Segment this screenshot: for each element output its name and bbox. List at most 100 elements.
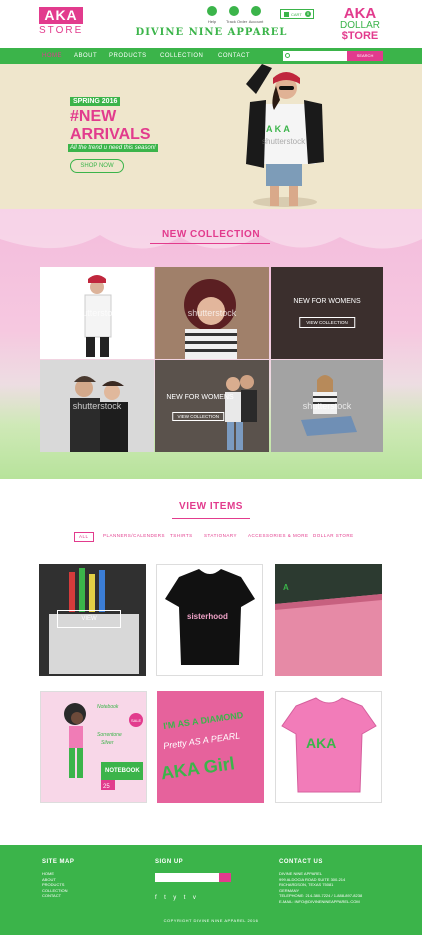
facebook-icon[interactable]: f — [155, 895, 157, 901]
view-button[interactable]: VIEW — [57, 610, 121, 628]
svg-text:Sorrentone: Sorrentone — [97, 732, 122, 738]
help-link[interactable]: Help — [204, 6, 220, 24]
filter-dollar-store[interactable]: DOLLAR STORE — [313, 531, 354, 541]
help-icon — [207, 6, 217, 16]
view-items-underline — [172, 518, 250, 519]
contact-line: TELEPHONE: 214-380-7224 / 1-888-897-8238 — [279, 893, 363, 898]
brand-name: DIVINE NINE APPAREL — [135, 27, 288, 38]
svg-text:Silver: Silver — [101, 740, 114, 746]
logo-right-store: $TORE — [341, 30, 379, 42]
season-tag: SPRING 2016 — [70, 97, 121, 106]
new-collection-title: NEW COLLECTION — [161, 229, 261, 240]
logo-right-aka: AKA — [343, 5, 377, 22]
collection-tile[interactable]: NEW FOR WOMENS VIEW COLLECTION — [155, 360, 269, 452]
collection-tile[interactable]: shutterstock — [271, 360, 383, 452]
filter-planners[interactable]: PLANNERS/CALENDERS — [103, 531, 165, 541]
utility-links: Help Track Order Account — [204, 6, 274, 24]
view-collection-button[interactable]: VIEW COLLECTION — [172, 412, 225, 421]
item-filters: ALL PLANNERS/CALENDERS TSHIRTS STATIONAR… — [0, 531, 422, 542]
product-card[interactable]: I'M AS A DIAMOND Pretty AS A PEARL AKA G… — [157, 691, 264, 803]
tile-watermark: shutterstock — [72, 401, 122, 412]
account-link[interactable]: Account — [248, 6, 264, 24]
nav-contact[interactable]: CONTACT — [218, 48, 250, 64]
contact-heading: CONTACT US — [279, 859, 323, 865]
view-items-title: VIEW ITEMS — [179, 501, 243, 512]
collection-section: NEW COLLECTION shutterstock shutterstock… — [0, 209, 422, 479]
sitemap-heading: SITE MAP — [42, 859, 75, 865]
copyright: COPYRIGHT DIVINE NINE APPAREL 2016 — [163, 918, 259, 923]
svg-text:A K A: A K A — [266, 124, 290, 134]
signup-email-input[interactable] — [155, 873, 219, 882]
tile-watermark: shutterstock — [187, 308, 237, 319]
collection-tile[interactable]: shutterstock — [40, 360, 154, 452]
help-label: Help — [207, 19, 217, 24]
aka-dollar-store-logo[interactable]: AKA DOLLAR $TORE — [336, 6, 384, 42]
account-label: Account — [248, 19, 264, 24]
logo-aka-text: AKA — [39, 7, 83, 24]
cart-button[interactable]: CART 0 — [280, 9, 314, 19]
footer-link-products[interactable]: PRODUCTS — [42, 882, 68, 888]
tile-caption: NEW FOR WOMENS — [166, 394, 234, 401]
cart-count-badge: 0 — [305, 11, 311, 17]
social-links: f t y t v — [155, 886, 199, 901]
header: AKA STORE Help Track Order Account CART … — [0, 0, 422, 48]
filter-all[interactable]: ALL — [74, 532, 94, 542]
footer: SITE MAP HOME ABOUT PRODUCTS COLLECTION … — [0, 845, 422, 935]
hero-model-image: A K A shutterstock — [246, 64, 324, 207]
filter-tshirts[interactable]: TSHIRTS — [170, 531, 193, 541]
product-card[interactable]: SALE Notebook Sorrentone Silver NOTEBOOK… — [40, 691, 147, 803]
shop-now-button[interactable]: SHOP NOW — [70, 159, 124, 173]
svg-text:25: 25 — [103, 784, 110, 790]
logo-store-text: STORE — [39, 25, 84, 36]
collection-tile[interactable]: shutterstock — [40, 267, 154, 359]
product-card[interactable]: VIEW — [39, 564, 146, 676]
track-order-link[interactable]: Track Order — [226, 6, 248, 24]
hero-subtitle: All the trend u need this season! — [68, 144, 158, 152]
svg-text:SALE: SALE — [131, 718, 142, 723]
account-icon — [251, 6, 261, 16]
track-order-label: Track Order — [226, 19, 248, 24]
product-card[interactable]: sisterhood — [156, 564, 263, 676]
nav-about[interactable]: ABOUT — [74, 48, 97, 64]
location-pin-icon — [229, 6, 239, 16]
tumblr-icon[interactable]: t — [184, 895, 186, 901]
signup-submit-button[interactable] — [219, 873, 231, 882]
view-collection-button[interactable]: VIEW COLLECTION — [299, 317, 355, 328]
svg-text:sisterhood: sisterhood — [187, 612, 228, 621]
tile-watermark: shutterstock — [302, 401, 352, 412]
signup-heading: SIGN UP — [155, 859, 184, 865]
hero-banner: A K A shutterstock SPRING 2016 #NEW ARRI… — [0, 64, 422, 209]
svg-text:A: A — [283, 583, 289, 592]
svg-text:shutterstock: shutterstock — [262, 137, 306, 146]
search-button[interactable]: SEARCH — [347, 51, 383, 61]
hero-title-line2: ARRIVALS — [70, 126, 151, 143]
svg-text:NOTEBOOK: NOTEBOOK — [105, 768, 140, 774]
hero-title-line1: #NEW — [70, 108, 117, 125]
search-bar: SEARCH — [283, 51, 383, 61]
product-card[interactable]: AKA — [275, 691, 382, 803]
collection-tile[interactable]: shutterstock — [155, 267, 269, 359]
search-icon — [285, 53, 290, 58]
aka-store-logo[interactable]: AKA STORE — [39, 7, 83, 37]
twitter-icon[interactable]: t — [164, 895, 166, 901]
filter-stationary[interactable]: STATIONARY — [204, 531, 237, 541]
youtube-icon[interactable]: y — [173, 895, 176, 901]
filter-accessories[interactable]: ACCESSORIES & MORE — [248, 531, 309, 541]
cart-icon — [284, 11, 289, 17]
contact-info: DIVINE NINE APPAREL 999 ALDOCIA ROAD SUI… — [279, 871, 362, 904]
nav-products[interactable]: PRODUCTS — [109, 48, 147, 64]
tile-watermark: shutterstock — [72, 308, 122, 319]
tile-caption: NEW FOR WOMENS — [293, 298, 361, 305]
nav-home[interactable]: HOME — [42, 48, 62, 64]
nav-collection[interactable]: COLLECTION — [160, 48, 203, 64]
contact-line: E-MAIL: INFO@DIVINENINEAPPAREL.COM — [279, 898, 360, 904]
title-underline — [150, 243, 270, 244]
collection-tile[interactable]: NEW FOR WOMENS VIEW COLLECTION — [271, 267, 383, 359]
product-card[interactable]: A — [275, 564, 382, 676]
footer-link-contact[interactable]: CONTACT — [42, 893, 68, 899]
sitemap-links: HOME ABOUT PRODUCTS COLLECTION CONTACT — [42, 871, 68, 899]
main-nav: HOME ABOUT PRODUCTS COLLECTION CONTACT S… — [0, 48, 422, 64]
search-input[interactable] — [283, 51, 347, 61]
vine-icon[interactable]: v — [193, 895, 196, 901]
cart-label: CART — [291, 11, 302, 17]
